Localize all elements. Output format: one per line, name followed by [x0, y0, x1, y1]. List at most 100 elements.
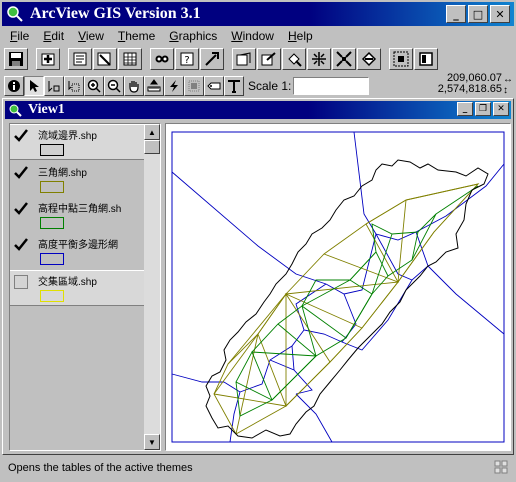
theme-entry[interactable]: 高程中點三角網.sh: [10, 198, 144, 234]
hotlink-icon: [170, 80, 178, 92]
view-title-bar[interactable]: View1 _ ❐ ✕: [5, 101, 511, 119]
add-theme-button[interactable]: [36, 48, 60, 70]
view-minimize-button[interactable]: _: [457, 102, 473, 116]
zoom-to-themes-button[interactable]: [257, 48, 281, 70]
checkmark-icon[interactable]: [14, 202, 28, 216]
zoom-full-button[interactable]: [232, 48, 256, 70]
scale-label: Scale 1:: [248, 79, 292, 93]
arrow-up-icon: ▲: [148, 127, 156, 137]
zoom-out-tool[interactable]: [104, 76, 124, 96]
measure-icon: [147, 79, 161, 92]
theme-name: 高程中點三角網.sh: [38, 204, 122, 215]
scale-input[interactable]: [293, 77, 370, 95]
pan-tool[interactable]: [124, 76, 144, 96]
theme-entry[interactable]: 交集區域.shp: [10, 270, 144, 306]
status-bar: Opens the tables of the active themes: [2, 457, 514, 479]
text-tool[interactable]: [224, 76, 244, 96]
theme-properties-button[interactable]: [68, 48, 92, 70]
save-button[interactable]: [4, 48, 28, 70]
measure-tool[interactable]: [144, 76, 164, 96]
pan-icon: [129, 81, 139, 93]
map-canvas[interactable]: [166, 124, 510, 450]
view-restore-button[interactable]: ❐: [475, 102, 491, 116]
close-button[interactable]: ✕: [490, 5, 510, 23]
coordinate-y: 2,574,818.65: [437, 83, 502, 95]
identify-tool[interactable]: [4, 76, 24, 96]
edit-legend-button[interactable]: [93, 48, 117, 70]
legend-swatch: [40, 253, 64, 265]
theme-entry[interactable]: 三角網.shp: [10, 162, 144, 198]
menu-theme[interactable]: Theme: [112, 27, 163, 45]
checkmark-icon[interactable]: [14, 166, 28, 180]
vertex-edit-icon: [48, 81, 60, 93]
theme-entry[interactable]: 流域邊界.shp: [10, 124, 144, 160]
hotlink-tool[interactable]: [164, 76, 184, 96]
zoom-in-tool-icon: [87, 79, 101, 93]
zoom-out-button[interactable]: [332, 48, 356, 70]
label-icon: [207, 82, 221, 90]
theme-name: 流域邊界.shp: [38, 131, 97, 142]
table-of-contents: 流域邊界.shp 三角網.shp 高程中點三角網.sh 高度平衡多邊形網 交集區: [9, 123, 161, 451]
minimize-button[interactable]: _: [446, 5, 466, 23]
checkmark-icon[interactable]: [14, 238, 28, 252]
query-builder-button[interactable]: ?: [175, 48, 199, 70]
tool-bar: Scale 1:: [4, 74, 370, 98]
theme-name: 三角網.shp: [38, 168, 87, 179]
view-title: View1: [28, 102, 65, 117]
area-select-icon: [188, 80, 200, 92]
zoom-previous-button[interactable]: [357, 48, 381, 70]
select-box-tool[interactable]: [64, 76, 84, 96]
find-button[interactable]: [150, 48, 174, 70]
menu-view[interactable]: View: [72, 27, 112, 45]
scroll-thumb[interactable]: [144, 140, 160, 154]
legend-swatch: [40, 290, 64, 302]
zoom-in-button[interactable]: [307, 48, 331, 70]
unchecked-box-icon[interactable]: [14, 275, 28, 289]
app-title-bar[interactable]: ArcView GIS Version 3.1 _ □ ✕: [2, 2, 514, 26]
minimize-icon: _: [462, 104, 468, 114]
view-close-button[interactable]: ✕: [493, 102, 509, 116]
layout-button[interactable]: [414, 48, 438, 70]
menu-edit[interactable]: Edit: [37, 27, 72, 45]
maximize-icon: □: [472, 7, 484, 21]
checkmark-icon[interactable]: [14, 129, 28, 143]
map-display[interactable]: [165, 123, 511, 451]
label-tool[interactable]: [204, 76, 224, 96]
maximize-button[interactable]: □: [468, 5, 488, 23]
resize-grip-icon[interactable]: [494, 460, 508, 474]
zoom-out-tool-icon: [107, 79, 121, 93]
select-features-button[interactable]: [389, 48, 413, 70]
theme-properties-icon: [73, 52, 87, 66]
pointer-tool[interactable]: [24, 76, 44, 96]
vertex-edit-tool[interactable]: [44, 76, 64, 96]
zoom-in-tool[interactable]: [84, 76, 104, 96]
theme-name: 高度平衡多邊形網: [38, 240, 118, 251]
tin-network: [213, 183, 480, 435]
view-icon: [9, 104, 22, 117]
theme-name: 交集區域.shp: [38, 277, 97, 288]
locate-address-icon: [205, 52, 219, 66]
menu-file[interactable]: File: [4, 27, 37, 45]
zoom-to-selected-button[interactable]: [282, 48, 306, 70]
locate-address-button[interactable]: [200, 48, 224, 70]
arcview-logo-icon: [7, 6, 23, 22]
app-title: ArcView GIS Version 3.1: [30, 5, 201, 22]
status-text: Opens the tables of the active themes: [8, 462, 193, 474]
select-box-icon: [68, 81, 80, 92]
menu-bar: File Edit View Theme Graphics Window Hel…: [4, 27, 321, 45]
area-select-tool[interactable]: [184, 76, 204, 96]
menu-graphics[interactable]: Graphics: [163, 27, 225, 45]
open-table-button[interactable]: [118, 48, 142, 70]
legend-swatch: [40, 217, 64, 229]
close-icon: ✕: [497, 104, 505, 114]
coordinate-readout: 209,060.07 2,574,818.65: [438, 73, 502, 95]
svg-text:?: ?: [184, 55, 189, 66]
scroll-down-button[interactable]: ▼: [144, 434, 160, 450]
minimize-icon: _: [453, 7, 459, 21]
theme-entry[interactable]: 高度平衡多邊形網: [10, 234, 144, 270]
scroll-up-button[interactable]: ▲: [144, 124, 160, 140]
zoom-to-selected-icon: [288, 53, 302, 67]
toc-scrollbar[interactable]: ▲ ▼: [144, 124, 160, 450]
menu-help[interactable]: Help: [282, 27, 321, 45]
menu-window[interactable]: Window: [225, 27, 282, 45]
